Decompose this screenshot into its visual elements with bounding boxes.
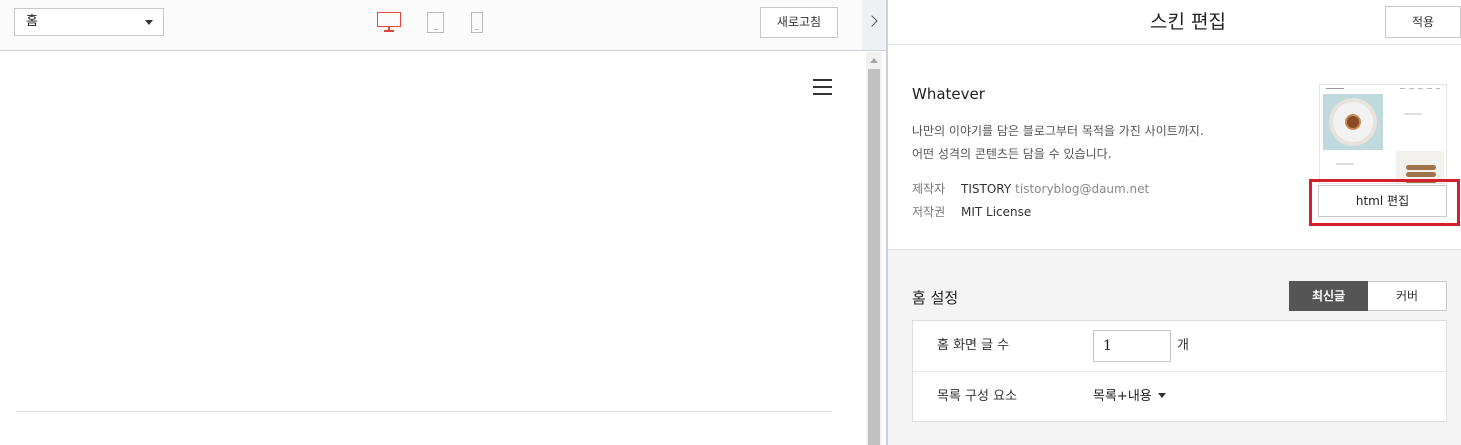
preview-scrollbar[interactable] [866, 52, 882, 445]
page-select-value: 홈 [26, 14, 38, 29]
monitor-base [384, 30, 394, 32]
skin-edit-panel: 스킨 편집 적용 Whatever 나만의 이야기를 담은 블로그부터 목적을 … [888, 0, 1461, 445]
monitor-screen [377, 12, 401, 27]
license-value: MIT License [961, 205, 1032, 219]
author-key: 제작자 [912, 182, 946, 196]
list-component-row: 목록 구성 요소 목록+내용 [913, 371, 1446, 421]
thumb-logo [1326, 88, 1344, 89]
tab-latest-posts[interactable]: 최신글 [1289, 281, 1368, 311]
skin-thumbnail [1319, 84, 1447, 184]
page-select[interactable]: 홈 [14, 8, 164, 36]
collapse-panel-button[interactable] [862, 0, 886, 51]
thumb-caption [1336, 163, 1354, 165]
hamburger-line [813, 93, 832, 95]
skin-info-section: Whatever 나만의 이야기를 담은 블로그부터 목적을 가진 사이트까지.… [888, 45, 1461, 250]
mobile-button [475, 29, 479, 30]
hamburger-line [813, 79, 832, 81]
post-count-input[interactable]: 1 [1093, 330, 1171, 362]
list-component-value: 목록+내용 [1093, 389, 1152, 404]
desktop-view-icon[interactable] [377, 12, 401, 32]
thumb-nav [1400, 88, 1440, 89]
post-count-row: 홈 화면 글 수 1 개 [913, 321, 1446, 371]
skin-description: 나만의 이야기를 담은 블로그부터 목적을 가진 사이트까지. 어떤 성격의 콘… [912, 120, 1204, 166]
skin-editor: 홈 새로고침 스킨 편집 적용 Whatever 나만의 이야기를 담은 블로그… [0, 0, 1461, 445]
tablet-button [433, 29, 438, 30]
preview-area: 홈 새로고침 [0, 0, 882, 445]
description-line-2: 어떤 성격의 콘텐츠든 담을 수 있습니다. [912, 147, 1112, 161]
hamburger-line [813, 86, 832, 88]
apply-button[interactable]: 적용 [1385, 6, 1461, 38]
author-row: 제작자 TISTORY tistoryblog@daum.net [912, 180, 1149, 197]
html-edit-button[interactable]: html 편집 [1318, 185, 1447, 217]
preview-divider [16, 411, 832, 412]
list-component-select[interactable]: 목록+내용 [1093, 372, 1166, 422]
panel-header: 스킨 편집 적용 [888, 0, 1461, 45]
hamburger-menu-icon[interactable] [813, 79, 832, 95]
home-settings-section: 홈 설정 최신글 커버 홈 화면 글 수 1 개 목록 구성 요소 목록+내용 [888, 250, 1461, 445]
license-row: 저작권 MIT License [912, 203, 1031, 220]
scroll-up-arrow-icon[interactable] [870, 58, 878, 63]
home-settings-table: 홈 화면 글 수 1 개 목록 구성 요소 목록+내용 [912, 320, 1447, 422]
home-settings-title: 홈 설정 [912, 289, 959, 307]
post-count-label: 홈 화면 글 수 [937, 338, 1010, 353]
mobile-view-icon[interactable] [471, 12, 483, 33]
caret-down-icon [1157, 393, 1166, 398]
author-email: tistoryblog@daum.net [1015, 182, 1150, 196]
list-component-label: 목록 구성 요소 [937, 389, 1018, 404]
panel-title: 스킨 편집 [1150, 11, 1226, 33]
license-key: 저작권 [912, 205, 946, 219]
blog-preview [0, 52, 866, 445]
refresh-button[interactable]: 새로고침 [760, 7, 838, 38]
author-name: TISTORY [961, 182, 1012, 196]
description-line-1: 나만의 이야기를 담은 블로그부터 목적을 가진 사이트까지. [912, 124, 1204, 138]
chevron-right-icon [866, 15, 878, 27]
tab-cover[interactable]: 커버 [1368, 281, 1447, 311]
skin-name: Whatever [912, 85, 985, 103]
thumb-caption [1394, 107, 1434, 123]
tablet-view-icon[interactable] [427, 12, 444, 33]
preview-toolbar: 홈 새로고침 [0, 0, 862, 51]
post-count-unit: 개 [1177, 338, 1189, 353]
thumb-coffee [1345, 114, 1361, 130]
home-type-toggle: 최신글 커버 [1289, 281, 1447, 311]
scroll-thumb[interactable] [868, 69, 880, 445]
caret-down-icon [145, 20, 153, 25]
